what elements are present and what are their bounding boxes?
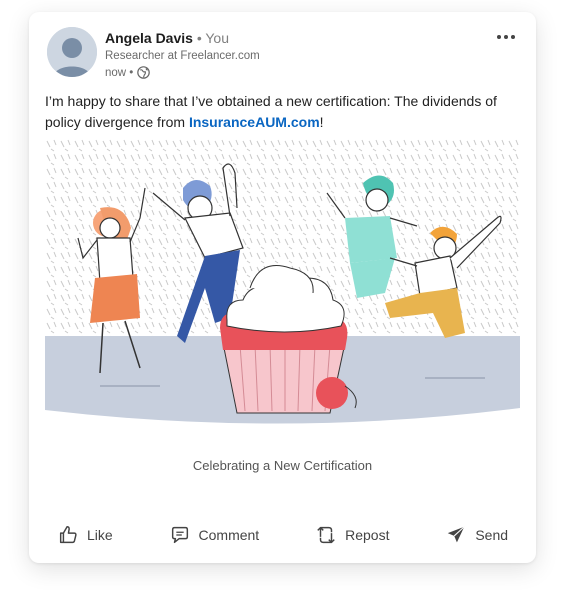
thumbs-up-icon xyxy=(59,526,77,544)
author-relation: • You xyxy=(196,30,229,46)
globe-icon xyxy=(137,66,151,79)
author-line: Angela Davis • You xyxy=(105,30,229,46)
comment-button[interactable]: Comment xyxy=(161,520,268,550)
avatar[interactable] xyxy=(47,27,97,77)
author-name[interactable]: Angela Davis xyxy=(105,30,193,46)
post-header: Angela Davis • You Researcher at Freelan… xyxy=(45,26,520,82)
comment-icon xyxy=(171,526,188,544)
post-card: Angela Davis • You Researcher at Freelan… xyxy=(29,12,536,563)
like-label: Like xyxy=(86,527,113,543)
post-text: I’m happy to share that I’ve obtained a … xyxy=(45,93,497,130)
more-horizontal-icon xyxy=(497,35,501,39)
send-icon xyxy=(448,526,465,543)
author-headline: Researcher at Freelancer.com xyxy=(105,50,260,62)
comment-label: Comment xyxy=(198,527,260,543)
avatar-placeholder-icon xyxy=(47,27,97,77)
repost-label: Repost xyxy=(345,527,390,543)
post-link[interactable]: InsuranceAUM.com xyxy=(189,114,320,130)
post-time: now • xyxy=(105,66,134,79)
send-label: Send xyxy=(475,527,509,543)
like-button[interactable]: Like xyxy=(49,520,121,550)
image-caption: Celebrating a New Certification xyxy=(192,458,373,473)
repost-button[interactable]: Repost xyxy=(307,520,397,550)
repost-icon xyxy=(317,526,335,544)
more-options-button[interactable] xyxy=(494,30,518,44)
celebration-illustration xyxy=(45,138,520,424)
post-meta: now • xyxy=(105,66,151,79)
action-bar: Like Comment Repost Send xyxy=(29,520,536,550)
send-button[interactable]: Send xyxy=(437,520,516,550)
